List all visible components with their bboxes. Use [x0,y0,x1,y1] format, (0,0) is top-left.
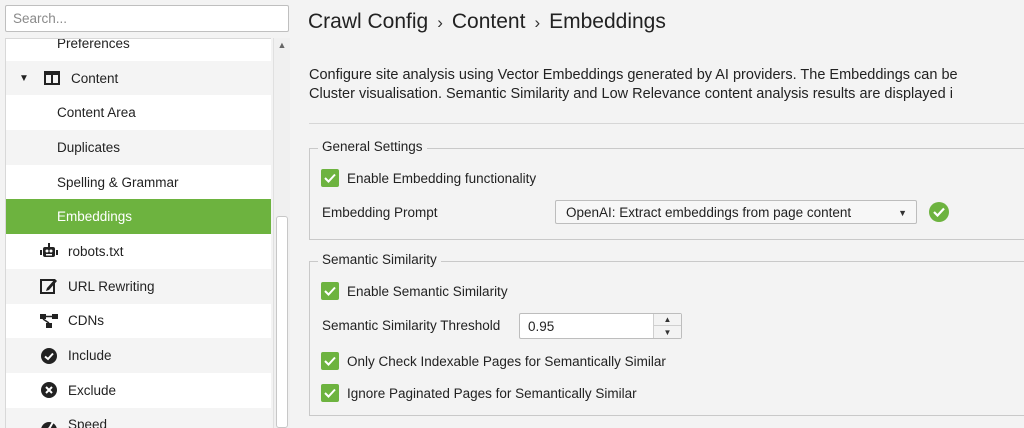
spin-down-icon[interactable]: ▼ [654,326,681,338]
tree-item-label: Content Area [57,105,136,121]
left-panel: Search... Preferences ▼ Content Content … [0,0,292,428]
status-ok-icon [929,202,949,222]
tree-item-duplicates[interactable]: Duplicates [6,130,271,165]
x-circle-icon [40,381,58,399]
edit-icon [40,277,58,295]
tree-item-label: Speed [68,417,108,428]
checkmark-icon[interactable] [321,282,339,300]
enable-embedding-checkbox[interactable]: Enable Embedding functionality [321,169,536,187]
select-value: OpenAI: Extract embeddings from page con… [566,205,852,220]
embedding-prompt-select[interactable]: OpenAI: Extract embeddings from page con… [555,200,917,224]
spinner-buttons: ▲ ▼ [653,314,681,338]
threshold-value[interactable]: 0.95 [528,319,554,334]
tree-item-label: robots.txt [68,243,124,259]
tree-item-label: Include [68,348,112,364]
threshold-spinner[interactable]: 0.95 ▲ ▼ [519,313,682,339]
tree-scrollbar[interactable]: ▲ [273,38,290,428]
tree-item-label: CDNs [68,313,104,329]
config-tree: Preferences ▼ Content Content Area Dupli… [5,38,271,428]
speedometer-icon [40,416,58,428]
tree-item-url-rewriting[interactable]: URL Rewriting [6,268,271,304]
spin-up-icon[interactable]: ▲ [654,314,681,326]
tree-item-label: Spelling & Grammar [57,174,179,190]
tree-item-label: Embeddings [57,209,133,225]
tree-item-label: Duplicates [57,139,121,155]
scroll-up-icon[interactable]: ▲ [274,38,290,52]
tree-item-speed[interactable]: Speed [6,407,271,428]
checkbox-label: Enable Embedding functionality [347,170,537,186]
tree-item-exclude[interactable]: Exclude [6,372,271,408]
tree-item-content[interactable]: ▼ Content [6,60,271,96]
threshold-label: Semantic Similarity Threshold [322,318,501,333]
general-settings-group: General Settings [309,139,1024,240]
settings-area: General Settings Enable Embedding functi… [292,0,1024,428]
tree-item-spelling-grammar[interactable]: Spelling & Grammar [6,164,271,200]
dropdown-arrow-icon: ▼ [898,208,907,218]
checkbox-label: Only Check Indexable Pages for Semantica… [347,353,666,369]
tree-item-label: Content [71,70,119,86]
tree-item-label: Exclude [68,382,117,398]
tree-item-include[interactable]: Include [6,338,271,373]
tree-item-content-area[interactable]: Content Area [6,95,271,131]
search-input[interactable]: Search... [5,5,289,32]
paginated-pages-checkbox[interactable]: Ignore Paginated Pages for Semantically … [321,384,637,402]
group-title: General Settings [318,139,427,154]
robot-icon [40,242,58,260]
tree-item-label: Preferences [57,38,130,51]
enable-semantic-checkbox[interactable]: Enable Semantic Similarity [321,282,508,300]
indexable-pages-checkbox[interactable]: Only Check Indexable Pages for Semantica… [321,352,666,370]
tree-item-cdns[interactable]: CDNs [6,303,271,339]
check-circle-icon [40,347,58,365]
tree-item-embeddings[interactable]: Embeddings [6,199,271,235]
scrollbar-thumb[interactable] [276,216,288,428]
group-title: Semantic Similarity [318,252,441,267]
tree-item-preferences[interactable]: Preferences [6,38,271,61]
checkmark-icon[interactable] [321,384,339,402]
caret-down-icon[interactable]: ▼ [19,73,31,84]
embedding-prompt-label: Embedding Prompt [322,205,438,220]
network-icon [40,312,58,330]
checkbox-label: Enable Semantic Similarity [347,283,508,299]
tree-item-robots[interactable]: robots.txt [6,234,271,269]
checkmark-icon[interactable] [321,352,339,370]
checkbox-label: Ignore Paginated Pages for Semantically … [347,385,637,401]
checkmark-icon[interactable] [321,169,339,187]
tree-item-label: URL Rewriting [68,278,155,294]
columns-icon [43,69,61,87]
